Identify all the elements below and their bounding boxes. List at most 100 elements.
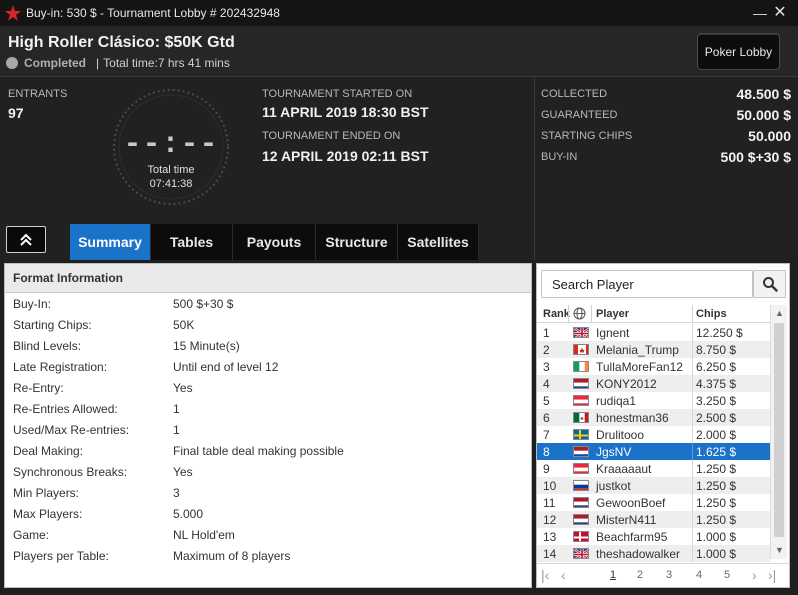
- tab-payouts[interactable]: Payouts: [233, 224, 316, 260]
- player-row[interactable]: 10 justkot 1.250 $: [537, 477, 770, 494]
- player-row[interactable]: 1 Ignent 12.250 $: [537, 324, 770, 341]
- stat-value: 48.500 $: [736, 86, 792, 102]
- column-player[interactable]: Player: [596, 308, 629, 320]
- format-key: Game:: [13, 528, 50, 542]
- format-key: Re-Entry:: [13, 381, 64, 395]
- format-key: Starting Chips:: [13, 318, 92, 332]
- tab-satellites[interactable]: Satellites: [398, 224, 479, 260]
- column-chips[interactable]: Chips: [696, 308, 727, 320]
- player-row[interactable]: 3 TullaMoreFan12 6.250 $: [537, 358, 770, 375]
- format-key: Blind Levels:: [13, 339, 82, 353]
- tab-summary[interactable]: Summary: [70, 224, 151, 260]
- player-row[interactable]: 13 Beachfarm95 1.000 $: [537, 528, 770, 545]
- entrants-label: ENTRANTS: [8, 88, 68, 100]
- column-divider: [692, 426, 693, 443]
- entrants-value: 97: [8, 105, 24, 121]
- player-row[interactable]: 7 Drulitooo 2.000 $: [537, 426, 770, 443]
- ended-value: 12 APRIL 2019 02:11 BST: [262, 148, 429, 164]
- column-divider: [692, 477, 693, 494]
- search-button[interactable]: [753, 270, 786, 298]
- format-key: Late Registration:: [13, 360, 108, 374]
- column-divider: [692, 460, 693, 477]
- page-link[interactable]: 1: [610, 569, 616, 581]
- page-link[interactable]: 2: [637, 569, 643, 581]
- player-row[interactable]: 5 rudiqa1 3.250 $: [537, 392, 770, 409]
- collapse-button[interactable]: [6, 226, 46, 253]
- clock-value: 07:41:38: [149, 178, 193, 190]
- player-chips: 2.000 $: [696, 428, 737, 442]
- column-rank[interactable]: Rank: [543, 308, 570, 320]
- column-divider: [692, 494, 693, 511]
- format-information-title: Format Information: [5, 264, 531, 293]
- format-value: 1: [173, 402, 180, 416]
- player-row[interactable]: 6 honestman36 2.500 $: [537, 409, 770, 426]
- format-key: Players per Table:: [13, 549, 109, 563]
- flag-gb-icon: [573, 327, 589, 338]
- column-divider: [692, 341, 693, 358]
- player-row[interactable]: 9 Kraaaaaut 1.250 $: [537, 460, 770, 477]
- tournament-name: High Roller Clásico: $50K Gtd: [8, 34, 235, 51]
- total-time-clock: --:-- Total time 07:41:38: [110, 86, 232, 208]
- close-button[interactable]: ✕: [770, 4, 790, 22]
- format-value: Until end of level 12: [173, 360, 279, 374]
- first-page-icon[interactable]: |‹: [541, 567, 549, 583]
- player-rank: 3: [543, 360, 550, 374]
- next-page-icon[interactable]: ›: [752, 567, 757, 583]
- player-rank: 5: [543, 394, 550, 408]
- format-value: 50K: [173, 318, 195, 332]
- prev-page-icon[interactable]: ‹: [561, 567, 566, 583]
- format-row: Players per Table: Maximum of 8 players: [13, 549, 523, 570]
- flag-dk-icon: [573, 531, 589, 542]
- flag-se-icon: [573, 429, 589, 440]
- player-name: theshadowalker: [596, 547, 681, 561]
- players-table-header: Rank Player Chips: [537, 305, 770, 323]
- tab-tables[interactable]: Tables: [151, 224, 233, 260]
- player-row[interactable]: 14 theshadowalker 1.000 $: [537, 545, 770, 562]
- column-divider: [692, 409, 693, 426]
- flag-ru-icon: [573, 480, 589, 491]
- last-page-icon[interactable]: ›|: [768, 567, 776, 583]
- stat-label: BUY-IN: [541, 151, 578, 163]
- player-row[interactable]: 4 KONY2012 4.375 $: [537, 375, 770, 392]
- page-link[interactable]: 3: [666, 569, 672, 581]
- globe-icon[interactable]: [573, 307, 586, 323]
- page-link[interactable]: 5: [724, 569, 730, 581]
- format-key: Max Players:: [13, 507, 83, 521]
- tournament-status: Completed | Total time:7 hrs 41 mins: [6, 56, 230, 70]
- status-text: Completed: [24, 56, 87, 70]
- page-link[interactable]: 4: [696, 569, 702, 581]
- scroll-thumb[interactable]: [774, 323, 784, 537]
- player-chips: 12.250 $: [696, 326, 743, 340]
- scroll-down-icon[interactable]: ▼: [774, 545, 785, 555]
- players-scrollbar[interactable]: ▲ ▼: [770, 305, 787, 559]
- format-information-panel: Format Information Buy-In: 500 $+30 $ Sta…: [4, 263, 532, 588]
- player-row[interactable]: 8 JgsNV 1.625 $: [537, 443, 770, 460]
- search-icon: [762, 277, 778, 292]
- format-key: Used/Max Re-entries:: [13, 423, 130, 437]
- scroll-up-icon[interactable]: ▲: [774, 308, 785, 318]
- format-row: Re-Entry: Yes: [13, 381, 523, 402]
- format-row: Late Registration: Until end of level 12: [13, 360, 523, 381]
- player-row[interactable]: 2 Melania_Trump 8.750 $: [537, 341, 770, 358]
- player-chips: 1.250 $: [696, 462, 737, 476]
- column-divider: [692, 392, 693, 409]
- format-row: Min Players: 3: [13, 486, 523, 507]
- stat-starting-chips: STARTING CHIPS 50.000: [541, 128, 791, 148]
- format-row: Synchronous Breaks: Yes: [13, 465, 523, 486]
- format-value: 500 $+30 $: [173, 297, 234, 311]
- stat-guaranteed: GUARANTEED 50.000 $: [541, 107, 791, 127]
- player-name: Beachfarm95: [596, 530, 668, 544]
- flag-at-icon: [573, 463, 589, 474]
- player-row[interactable]: 11 GewoonBoef 1.250 $: [537, 494, 770, 511]
- player-row[interactable]: 12 MisterN411 1.250 $: [537, 511, 770, 528]
- poker-lobby-button[interactable]: Poker Lobby: [697, 33, 780, 70]
- minimize-button[interactable]: —: [750, 4, 770, 22]
- player-name: JgsNV: [596, 445, 632, 459]
- player-name: TullaMoreFan12: [596, 360, 683, 374]
- format-row: Buy-In: 500 $+30 $: [13, 297, 523, 318]
- stat-collected: COLLECTED 48.500 $: [541, 86, 791, 106]
- player-chips: 1.000 $: [696, 547, 737, 561]
- tab-structure[interactable]: Structure: [316, 224, 398, 260]
- search-player-input[interactable]: [541, 270, 753, 298]
- player-chips: 8.750 $: [696, 343, 737, 357]
